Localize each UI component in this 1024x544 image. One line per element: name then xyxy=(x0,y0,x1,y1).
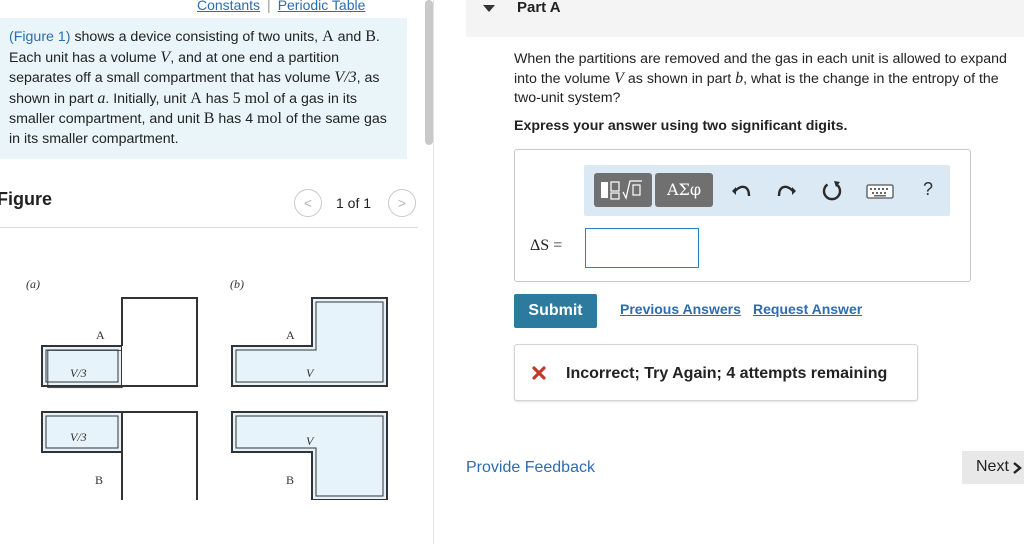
problem-text-part: . Initially, unit xyxy=(105,90,191,107)
next-button[interactable]: Next xyxy=(962,451,1024,484)
templates-button[interactable] xyxy=(594,173,652,207)
previous-answers-link[interactable]: Previous Answers xyxy=(620,301,741,317)
unit-a-label: A xyxy=(96,328,105,342)
scrollbar-thumb[interactable] xyxy=(425,0,433,145)
question-text: When the partitions are removed and the … xyxy=(514,50,1014,108)
figure-divider xyxy=(0,227,418,228)
figure-page-counter: 1 of 1 xyxy=(336,195,372,211)
volume-third-label-b: V/3 xyxy=(70,430,87,444)
unit-a-symbol: A xyxy=(190,89,202,107)
constants-link[interactable]: Constants xyxy=(197,0,260,13)
chevron-right-icon xyxy=(1013,462,1022,474)
unit-b-label-b: B xyxy=(286,473,294,487)
amount-a: 5 mol xyxy=(232,89,270,107)
part-header[interactable]: Part A xyxy=(466,0,1024,37)
feedback-box: Incorrect; Try Again; 4 attempts remaini… xyxy=(514,344,918,401)
next-figure-button[interactable]: > xyxy=(388,189,416,217)
volume-symbol: V xyxy=(160,48,171,66)
part-title: Part A xyxy=(517,0,561,16)
provide-feedback-link[interactable]: Provide Feedback xyxy=(466,459,595,477)
unit-b-expanded-volume xyxy=(231,411,388,500)
collapse-triangle-icon[interactable] xyxy=(483,5,495,12)
part-a-label: (a) xyxy=(26,277,40,291)
part-b-symbol: b xyxy=(735,70,744,87)
answer-box: ΑΣφ ? ΔS = xyxy=(514,149,971,282)
help-icon[interactable]: ? xyxy=(916,177,940,201)
unit-a-empty-region xyxy=(121,297,198,387)
next-label: Next xyxy=(976,458,1009,475)
part-b-label: (b) xyxy=(230,277,244,291)
unit-b-symbol: B xyxy=(365,28,376,45)
unit-a-symbol: A xyxy=(322,28,334,45)
column-divider xyxy=(433,0,434,544)
top-links: Constants | Periodic Table xyxy=(197,0,365,13)
feedback-message: Incorrect; Try Again; 4 attempts remaini… xyxy=(566,365,888,382)
figure-link[interactable]: (Figure 1) xyxy=(9,29,71,45)
keyboard-icon[interactable] xyxy=(866,179,894,203)
unit-b-empty-region xyxy=(122,411,198,500)
problem-text-part: and xyxy=(333,29,366,45)
submit-button[interactable]: Submit xyxy=(514,294,597,328)
templates-icon xyxy=(601,180,642,200)
answer-label: ΔS = xyxy=(530,237,563,254)
mol-unit: mol xyxy=(257,110,282,127)
figure-navigation: < 1 of 1 > xyxy=(294,189,420,219)
volume-third-symbol: V/3 xyxy=(334,69,357,86)
reset-icon[interactable] xyxy=(820,179,844,203)
problem-text: (Figure 1) shows a device consisting of … xyxy=(9,27,401,149)
volume-third-label: V/3 xyxy=(70,366,87,380)
left-panel: Constants | Periodic Table (Figure 1) show… xyxy=(0,0,434,544)
problem-text-part: has xyxy=(201,90,233,107)
question-text-part: as shown in part xyxy=(623,71,736,87)
request-answer-link[interactable]: Request Answer xyxy=(753,301,862,317)
incorrect-x-icon xyxy=(532,366,546,380)
volume-symbol: V xyxy=(614,70,624,87)
unit-b-label: B xyxy=(95,473,103,487)
answer-instruction: Express your answer using two significan… xyxy=(514,118,848,134)
undo-icon[interactable] xyxy=(730,179,754,203)
math-toolbar: ΑΣφ ? xyxy=(584,165,950,216)
unit-a-label-b: A xyxy=(286,328,295,342)
greek-symbols-button[interactable]: ΑΣφ xyxy=(655,173,713,207)
answer-input[interactable] xyxy=(585,228,699,268)
previous-figure-button[interactable]: < xyxy=(294,189,322,217)
problem-statement-box: (Figure 1) shows a device consisting of … xyxy=(0,18,407,159)
periodic-table-link[interactable]: Periodic Table xyxy=(278,0,366,13)
problem-text-part: shows a device consisting of two units, xyxy=(70,29,323,45)
figure-diagram: (a) (b) A A V/3 V/3 V V B B xyxy=(26,277,388,500)
link-separator: | xyxy=(267,0,271,13)
problem-text-part: has 4 xyxy=(214,111,258,127)
unit-b-symbol: B xyxy=(203,110,215,127)
redo-icon[interactable] xyxy=(774,179,798,203)
figure-heading: Figure xyxy=(0,189,53,209)
